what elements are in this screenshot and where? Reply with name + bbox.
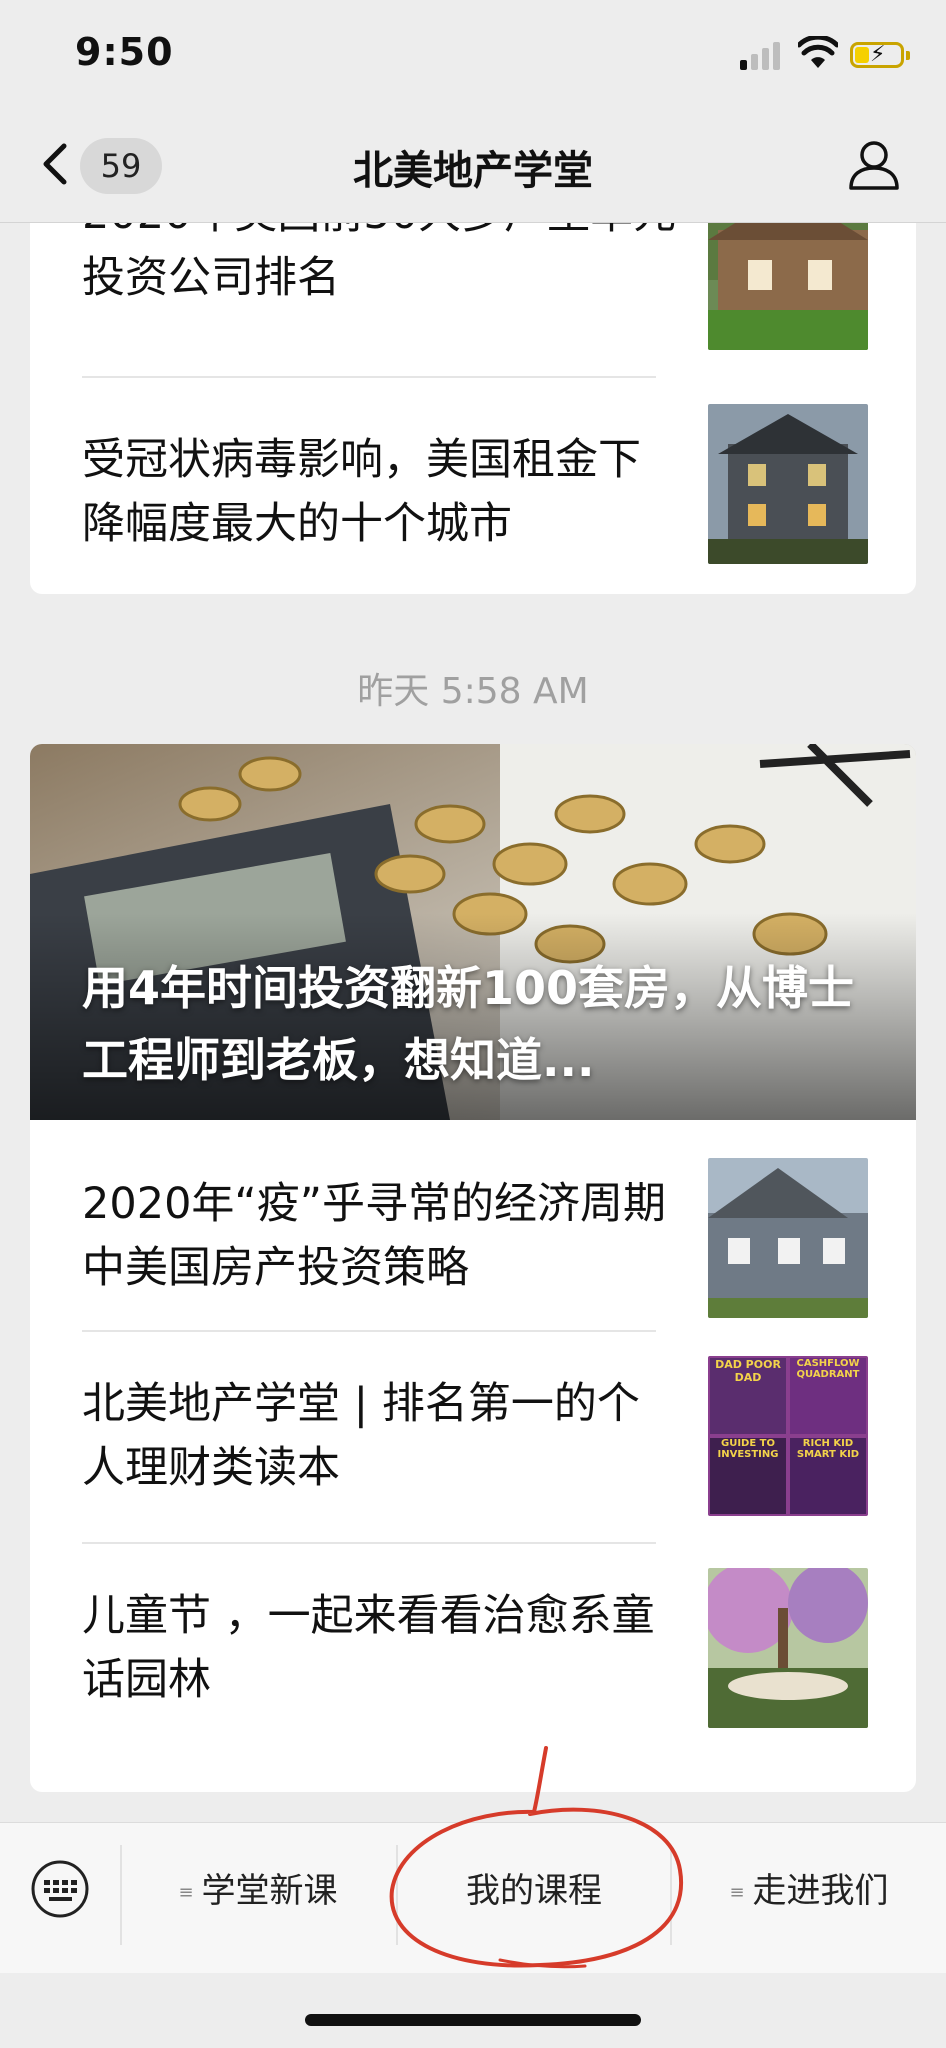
menu-item-about-us[interactable]: ≡ 走进我们 <box>672 1861 946 1921</box>
menu-item-new-courses[interactable]: ≡ 学堂新课 <box>122 1861 394 1921</box>
cellular-signal-icon <box>740 40 782 70</box>
article-card: 2020年美国前50大多户型单元投资公司排名 受冠状病毒影响，美国租金下降幅度最… <box>30 222 916 594</box>
keyboard-icon[interactable] <box>30 1859 90 1919</box>
menu-item-label: 我的课程 <box>466 1871 602 1911</box>
message-feed[interactable]: 2020年美国前50大多户型单元投资公司排名 受冠状病毒影响，美国租金下降幅度最… <box>0 222 946 1822</box>
garden-thumbnail <box>708 1568 868 1728</box>
menu-item-label: 走进我们 <box>752 1871 889 1911</box>
house-thumbnail <box>708 1158 868 1318</box>
bottom-menu: ≡ 学堂新课 我的课程 ≡ 走进我们 <box>0 1822 946 1973</box>
profile-person-icon[interactable] <box>848 138 900 190</box>
book-cover: GUIDE TO INVESTING <box>710 1438 786 1514</box>
house-thumbnail <box>708 222 868 350</box>
article-title: 儿童节 ，一起来看看治愈系童话园林 <box>82 1591 655 1705</box>
home-indicator[interactable] <box>305 2014 641 2026</box>
article-item[interactable]: 2020年美国前50大多户型单元投资公司排名 <box>82 222 874 354</box>
status-time: 9:50 <box>75 30 174 74</box>
article-item[interactable]: 儿童节 ，一起来看看治愈系童话园林 <box>82 1544 874 1754</box>
article-card: 用4年时间投资翻新100套房，从博士工程师到老板，想知道... 2020年“疫”… <box>30 744 916 1792</box>
navigation-bar: 59 北美地产学堂 <box>0 110 946 223</box>
status-bar: 9:50 ⚡ <box>0 0 946 110</box>
battery-charging-icon: ⚡ <box>850 42 910 68</box>
wifi-icon <box>798 36 838 68</box>
hero-article[interactable]: 用4年时间投资翻新100套房，从博士工程师到老板，想知道... <box>30 744 916 1120</box>
page-title: 北美地产学堂 <box>353 148 593 194</box>
article-title: 2020年美国前50大多户型单元投资公司排名 <box>82 222 676 303</box>
article-title: 2020年“疫”乎寻常的经济周期中美国房产投资策略 <box>82 1179 666 1293</box>
article-title: 受冠状病毒影响，美国租金下降幅度最大的十个城市 <box>82 435 641 549</box>
menu-item-label: 学堂新课 <box>201 1871 338 1911</box>
article-item[interactable]: 北美地产学堂 | 排名第一的个人理财类读本 DAD POOR DAD CASHF… <box>82 1332 874 1542</box>
message-timestamp: 昨天 5:58 AM <box>357 671 589 712</box>
menu-lines-icon: ≡ <box>729 1881 745 1903</box>
article-item[interactable]: 受冠状病毒影响，美国租金下降幅度最大的十个城市 <box>82 378 874 592</box>
house-thumbnail <box>708 404 868 564</box>
book-cover: DAD POOR DAD <box>710 1358 786 1434</box>
menu-item-my-courses[interactable]: 我的课程 <box>398 1861 670 1921</box>
book-covers-thumbnail: DAD POOR DAD CASHFLOW QUADRANT GUIDE TO … <box>708 1356 868 1516</box>
hero-title: 用4年时间投资翻新100套房，从博士工程师到老板，想知道... <box>82 961 855 1087</box>
book-cover: CASHFLOW QUADRANT <box>790 1358 866 1434</box>
article-title: 北美地产学堂 | 排名第一的个人理财类读本 <box>82 1379 640 1493</box>
article-item[interactable]: 2020年“疫”乎寻常的经济周期中美国房产投资策略 <box>82 1120 874 1330</box>
menu-lines-icon: ≡ <box>178 1881 194 1903</box>
book-cover: RICH KID SMART KID <box>790 1438 866 1514</box>
